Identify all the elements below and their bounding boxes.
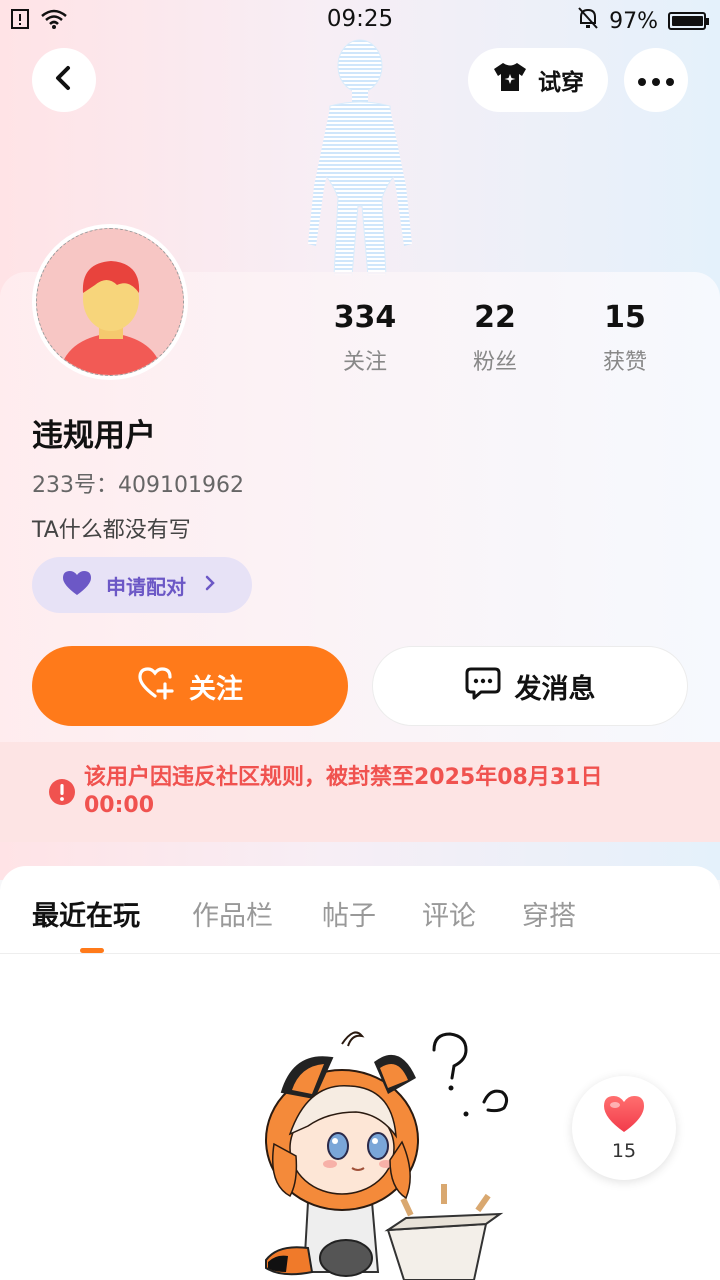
tab-bar: 最近在玩 作品栏 帖子 评论 穿搭 bbox=[0, 866, 720, 954]
tab-works[interactable]: 作品栏 bbox=[192, 894, 273, 933]
avatar[interactable] bbox=[32, 224, 188, 380]
empty-state-mascot-illustration bbox=[265, 1031, 509, 1280]
stat-followers[interactable]: 22 粉丝 bbox=[430, 300, 560, 376]
shirt-icon bbox=[492, 61, 528, 99]
heart-plus-icon bbox=[137, 666, 175, 707]
stat-following[interactable]: 334 关注 bbox=[300, 300, 430, 376]
heart-icon bbox=[60, 569, 94, 602]
chat-icon bbox=[465, 666, 501, 707]
tab-comments[interactable]: 评论 bbox=[422, 894, 476, 933]
request-pair-button[interactable]: 申请配对 bbox=[32, 557, 252, 613]
like-bubble[interactable]: 15 bbox=[572, 1076, 676, 1180]
battery-percent: 97% bbox=[609, 8, 658, 34]
stat-value: 15 bbox=[604, 300, 646, 335]
tab-outfits[interactable]: 穿搭 bbox=[522, 894, 576, 933]
follow-label: 关注 bbox=[189, 673, 243, 705]
chevron-right-icon bbox=[204, 573, 216, 597]
back-arrow-icon bbox=[52, 64, 76, 96]
stat-label: 粉丝 bbox=[472, 350, 517, 375]
battery-icon bbox=[668, 12, 709, 30]
tab-posts[interactable]: 帖子 bbox=[322, 894, 376, 933]
request-pair-label: 申请配对 bbox=[106, 574, 186, 599]
stat-label: 获赞 bbox=[602, 350, 647, 375]
follow-button[interactable]: 关注 bbox=[32, 646, 348, 726]
send-message-label: 发消息 bbox=[514, 673, 596, 705]
active-tab-indicator bbox=[80, 948, 104, 953]
send-message-button[interactable]: 发消息 bbox=[372, 646, 688, 726]
stat-likes[interactable]: 15 获赞 bbox=[560, 300, 690, 376]
default-avatar-illustration bbox=[37, 229, 183, 375]
username: 违规用户 bbox=[32, 418, 156, 454]
more-button[interactable] bbox=[624, 48, 688, 112]
stat-value: 22 bbox=[474, 300, 516, 335]
user-bio: TA什么都没有写 bbox=[32, 518, 191, 543]
warning-icon bbox=[48, 778, 76, 810]
mute-bell-icon bbox=[577, 6, 599, 36]
stat-label: 关注 bbox=[342, 350, 387, 375]
like-count: 15 bbox=[611, 1140, 637, 1162]
try-on-label: 试穿 bbox=[538, 70, 584, 96]
profile-stats: 334 关注 22 粉丝 15 获赞 bbox=[300, 300, 690, 376]
ban-notice: 该用户因违反社区规则，被封禁至2025年08月31日 00:00 bbox=[0, 742, 720, 842]
try-on-button[interactable]: 试穿 bbox=[468, 48, 608, 112]
more-icon bbox=[638, 71, 674, 90]
tab-recently-played[interactable]: 最近在玩 bbox=[32, 894, 140, 933]
ban-notice-text: 该用户因违反社区规则，被封禁至2025年08月31日 00:00 bbox=[84, 765, 603, 818]
stat-value: 334 bbox=[333, 300, 397, 335]
back-button[interactable] bbox=[32, 48, 96, 112]
user-id: 233号：409101962 bbox=[32, 473, 244, 498]
hologram-avatar-figure bbox=[308, 39, 412, 276]
heart-icon bbox=[601, 1094, 647, 1138]
status-bar: 09:25 97% bbox=[0, 0, 720, 40]
